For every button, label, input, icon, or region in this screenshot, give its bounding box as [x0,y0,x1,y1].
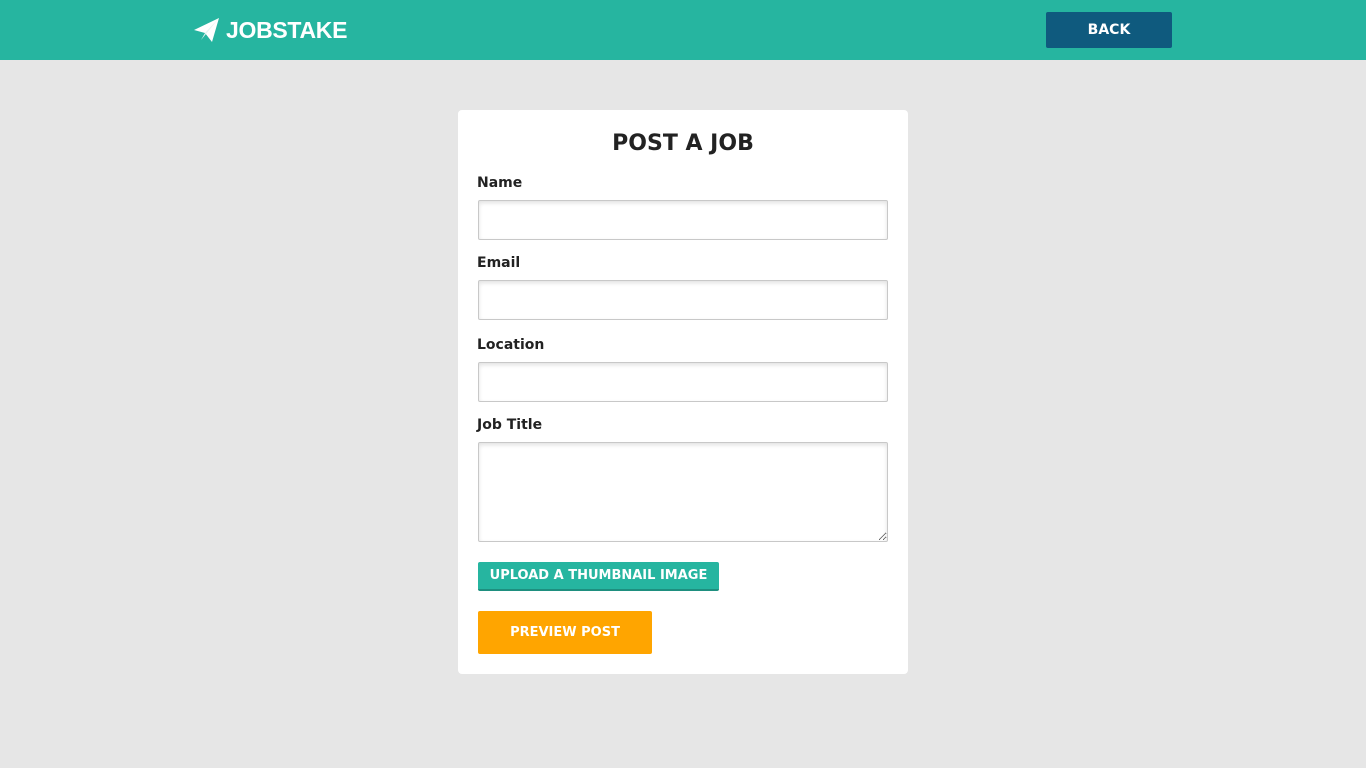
upload-thumbnail-button[interactable]: UPLOAD A THUMBNAIL IMAGE [478,562,719,591]
email-input[interactable] [478,280,888,320]
location-input[interactable] [478,362,888,402]
location-label: Location [477,337,545,353]
top-bar: JOBSTAKE BACK [0,0,1366,60]
email-label: Email [477,255,521,271]
back-button[interactable]: BACK [1046,12,1172,48]
job-title-textarea[interactable] [478,442,888,542]
name-label: Name [477,175,523,191]
name-input[interactable] [478,200,888,240]
paper-plane-icon [192,16,220,44]
page-title: POST A JOB [612,131,754,156]
brand-logo[interactable]: JOBSTAKE [192,15,347,45]
job-title-label: Job Title [477,417,543,433]
brand-name: JOBSTAKE [226,16,348,43]
preview-post-button[interactable]: PREVIEW POST [478,611,652,654]
